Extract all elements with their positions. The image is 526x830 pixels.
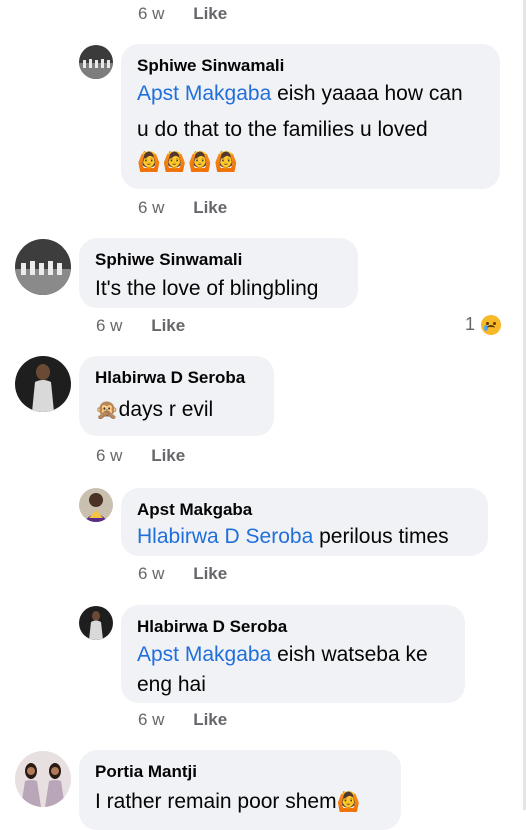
comment-text: I rather remain poor shem🙆 <box>95 790 361 813</box>
mention-link[interactable]: Hlabirwa D Seroba <box>137 525 313 548</box>
comment-time: 6 w <box>96 316 123 335</box>
comment-time: 6 w <box>138 4 165 23</box>
avatar[interactable] <box>79 45 113 79</box>
like-button[interactable]: Like <box>193 710 227 729</box>
comment-text: Apst Makgaba eish watseba ke eng hai <box>137 643 428 696</box>
comment-author[interactable]: Sphiwe Sinwamali <box>137 55 484 77</box>
comment-time: 6 w <box>138 710 165 729</box>
emoji-line: 🙆🙆🙆🙆 <box>137 151 240 173</box>
comment-author[interactable]: Hlabirwa D Seroba <box>95 367 258 389</box>
comment-author[interactable]: Apst Makgaba <box>137 499 472 521</box>
like-button[interactable]: Like <box>151 316 185 335</box>
comment-bubble: Sphiwe Sinwamali It's the love of blingb… <box>79 238 358 308</box>
like-button[interactable]: Like <box>193 198 227 217</box>
comment-meta: 6 w Like <box>138 198 227 218</box>
mention-link[interactable]: Apst Makgaba <box>137 643 271 666</box>
comment-time: 6 w <box>138 564 165 583</box>
comment-meta: 6 w Like <box>138 564 227 584</box>
comment-author[interactable]: Sphiwe Sinwamali <box>95 249 342 271</box>
avatar[interactable] <box>79 606 113 640</box>
emoji: 🙊 <box>95 399 119 421</box>
reaction-summary[interactable]: 1 <box>465 314 502 335</box>
comment-author[interactable]: Hlabirwa D Seroba <box>137 616 449 638</box>
sad-reaction-icon <box>481 314 502 335</box>
like-button[interactable]: Like <box>193 4 227 23</box>
comment-text: It's the love of blingbling <box>95 277 319 300</box>
comment-meta: 6 w Like <box>96 316 185 336</box>
comment-meta: 6 w Like <box>138 4 227 24</box>
reaction-count: 1 <box>465 314 476 334</box>
comment-bubble: Apst Makgaba Hlabirwa D Seroba perilous … <box>121 488 488 556</box>
comment-bubble: Hlabirwa D Seroba Apst Makgaba eish wats… <box>121 605 465 703</box>
comment-text: 🙊days r evil <box>95 398 214 421</box>
comment-text: Apst Makgaba eish yaaaa how can u do tha… <box>137 79 484 177</box>
comment-author[interactable]: Portia Mantji <box>95 761 385 783</box>
avatar[interactable] <box>79 488 113 522</box>
like-button[interactable]: Like <box>151 446 185 465</box>
like-button[interactable]: Like <box>193 564 227 583</box>
avatar[interactable] <box>15 356 71 412</box>
comment-meta: 6 w Like <box>138 710 227 730</box>
comment-time: 6 w <box>138 198 165 217</box>
comment-time: 6 w <box>96 446 123 465</box>
avatar[interactable] <box>15 239 71 295</box>
mention-link[interactable]: Apst Makgaba <box>137 82 271 105</box>
comment-bubble: Hlabirwa D Seroba 🙊days r evil <box>79 356 274 436</box>
comment-meta: 6 w Like <box>96 446 185 466</box>
avatar[interactable] <box>15 751 71 807</box>
comment-bubble: Sphiwe Sinwamali Apst Makgaba eish yaaaa… <box>121 44 500 189</box>
comment-bubble: Portia Mantji I rather remain poor shem🙆 <box>79 750 401 830</box>
comment-text: Hlabirwa D Seroba perilous times <box>137 525 449 548</box>
